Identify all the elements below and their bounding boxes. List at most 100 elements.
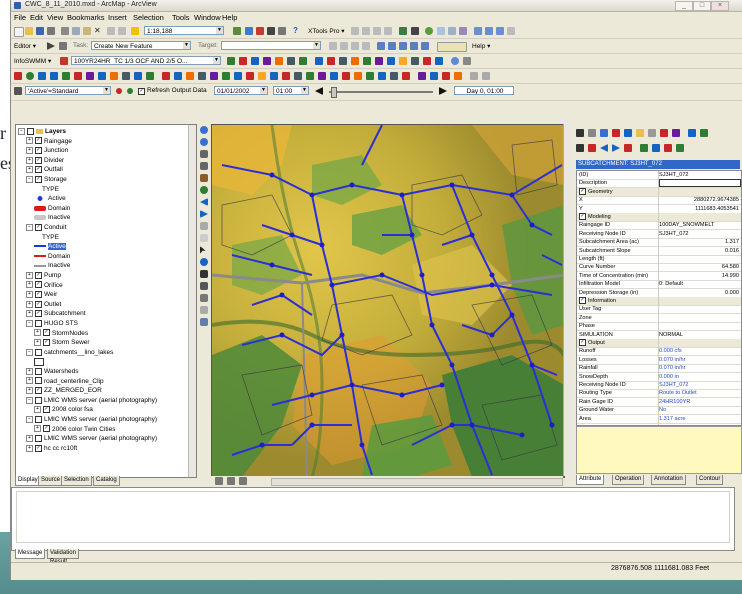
output-report-icon[interactable]	[351, 57, 359, 65]
add-data-icon[interactable]	[131, 27, 139, 35]
task-combo[interactable]: Create New Feature ▼	[91, 41, 191, 50]
tab-annotation[interactable]: Annotation	[651, 475, 686, 485]
layer-visibility-checkbox[interactable]: ✓	[43, 338, 50, 346]
toc-layer-row[interactable]: + ✓ Outlet	[26, 300, 61, 309]
map-vertical-scrollbar[interactable]	[563, 124, 572, 476]
draw-tool-icon[interactable]	[282, 72, 290, 80]
settings-icon[interactable]	[648, 129, 656, 137]
draw-tool-icon[interactable]	[270, 72, 278, 80]
select-icon[interactable]	[576, 144, 584, 152]
expand-toggle-icon[interactable]: +	[26, 166, 33, 174]
tab-source[interactable]: Source	[38, 476, 64, 486]
expand-toggle-icon[interactable]: +	[26, 300, 33, 308]
layer-visibility-checkbox[interactable]	[35, 319, 42, 327]
toc-layer-row[interactable]	[34, 357, 46, 366]
toc-layer-row[interactable]: Inactive	[34, 261, 70, 270]
layer-visibility-checkbox[interactable]: ✓	[35, 281, 42, 289]
draw-tool-icon[interactable]	[318, 72, 326, 80]
graph-icon[interactable]	[640, 144, 648, 152]
layer-tool-icon[interactable]	[459, 27, 467, 35]
output-report-icon[interactable]	[411, 57, 419, 65]
section-collapse-toggle[interactable]: ✓	[579, 187, 586, 195]
select-features-icon[interactable]	[200, 222, 208, 230]
layer-visibility-checkbox[interactable]: ✓	[35, 290, 42, 298]
property-value[interactable]: 1111683.4053541	[659, 205, 739, 213]
expand-toggle-icon[interactable]: −	[26, 348, 33, 356]
message-output-area[interactable]	[16, 491, 730, 543]
draw-tool-icon[interactable]	[134, 72, 142, 80]
layer-visibility-checkbox[interactable]: ✓	[35, 146, 42, 154]
property-value[interactable]: 0.016	[659, 247, 739, 255]
toc-scrollbar[interactable]	[188, 125, 196, 477]
property-value[interactable]: 0.000 in	[659, 373, 739, 381]
sketch-tool-icon[interactable]	[59, 42, 67, 50]
tool-icon[interactable]	[507, 27, 515, 35]
layer-visibility-checkbox[interactable]: ✓	[35, 444, 42, 452]
model-builder-icon[interactable]	[278, 27, 286, 35]
data-view-icon[interactable]	[215, 477, 223, 485]
network-tool-icon[interactable]	[421, 42, 429, 50]
toc-layer-row[interactable]: + ✓ hc cc rc10ft	[26, 444, 77, 453]
time-slider-icon[interactable]	[200, 306, 208, 314]
menu-window[interactable]: Window	[194, 13, 221, 22]
property-row[interactable]: Area 1.317 acre	[577, 415, 741, 424]
close-button[interactable]: ×	[711, 1, 729, 11]
section-collapse-toggle[interactable]: ✓	[579, 339, 586, 347]
property-value[interactable]: 24HR100YR	[659, 398, 739, 406]
tab-selection[interactable]: Selection	[61, 476, 92, 486]
map-view[interactable]	[211, 124, 565, 478]
copy-icon[interactable]	[72, 27, 80, 35]
output-report-icon[interactable]	[423, 57, 431, 65]
expand-toggle-icon[interactable]: +	[34, 406, 41, 414]
section-collapse-toggle[interactable]: ✓	[579, 213, 586, 221]
db-editor-icon[interactable]	[251, 57, 259, 65]
toc-layer-row[interactable]: + ✓ Junction	[26, 146, 68, 155]
draw-tool-icon[interactable]	[14, 72, 22, 80]
draw-tool-icon[interactable]	[402, 72, 410, 80]
property-value[interactable]: 1.317 acre	[659, 415, 739, 423]
toc-layer-row[interactable]: + ✓ Raingage	[26, 137, 72, 146]
network-tool-icon[interactable]	[377, 42, 385, 50]
expand-toggle-icon[interactable]: −	[26, 175, 33, 183]
toc-layer-row[interactable]: + ✓ Storm Sewer	[34, 338, 90, 347]
step-back-icon[interactable]	[315, 87, 323, 95]
cut-icon[interactable]	[61, 27, 69, 35]
minimize-button[interactable]: _	[675, 1, 693, 11]
output-report-icon[interactable]	[339, 57, 347, 65]
toc-layer-row[interactable]: + road_centerline_Clip	[26, 377, 104, 386]
editor-menu[interactable]: Editor ▾	[14, 42, 36, 50]
property-value[interactable]: 0.000 cfs	[659, 347, 739, 355]
toc-layer-row[interactable]: TYPE	[42, 233, 59, 242]
draw-tool-icon[interactable]	[146, 72, 154, 80]
clear-selection-icon[interactable]	[200, 234, 208, 242]
expand-toggle-icon[interactable]: −	[26, 415, 33, 423]
draw-tool-icon[interactable]	[98, 72, 106, 80]
output-report-icon[interactable]	[387, 57, 395, 65]
maximize-button[interactable]: □	[693, 1, 711, 11]
toc-layer-row[interactable]: Domain	[34, 252, 70, 261]
property-value[interactable]: SJ3HT_072	[659, 381, 739, 389]
expand-toggle-icon[interactable]: +	[26, 281, 33, 289]
zoom-in-icon[interactable]	[200, 126, 208, 134]
draw-tool-icon[interactable]	[454, 72, 462, 80]
toc-layer-row[interactable]: + ✓ Pump	[26, 271, 61, 280]
draw-tool-icon[interactable]	[258, 72, 266, 80]
layer-visibility-checkbox[interactable]: ✓	[35, 223, 42, 231]
draw-tool-icon[interactable]	[418, 72, 426, 80]
web-link-icon[interactable]	[451, 57, 459, 65]
dropdown-tool-icon[interactable]	[411, 27, 419, 35]
scenario-switch-icon[interactable]	[14, 87, 22, 95]
save-icon[interactable]	[624, 129, 632, 137]
back-icon[interactable]	[600, 144, 608, 152]
property-value[interactable]: 0.000	[659, 289, 739, 297]
tab-display[interactable]: Display	[15, 476, 41, 486]
fixed-zoom-in-icon[interactable]	[200, 150, 208, 158]
expand-toggle-icon[interactable]: +	[26, 290, 33, 298]
toc-layer-row[interactable]: + ✓ Weir	[26, 290, 57, 299]
toc-layer-row[interactable]: + ✓ Subcatchment	[26, 309, 86, 318]
undo-icon[interactable]	[470, 72, 478, 80]
toc-layer-row[interactable]: Inactive	[34, 213, 70, 222]
whats-this-icon[interactable]: ?	[293, 27, 301, 35]
pointer-icon[interactable]	[200, 246, 206, 254]
map-horizontal-scrollbar[interactable]	[271, 478, 563, 486]
